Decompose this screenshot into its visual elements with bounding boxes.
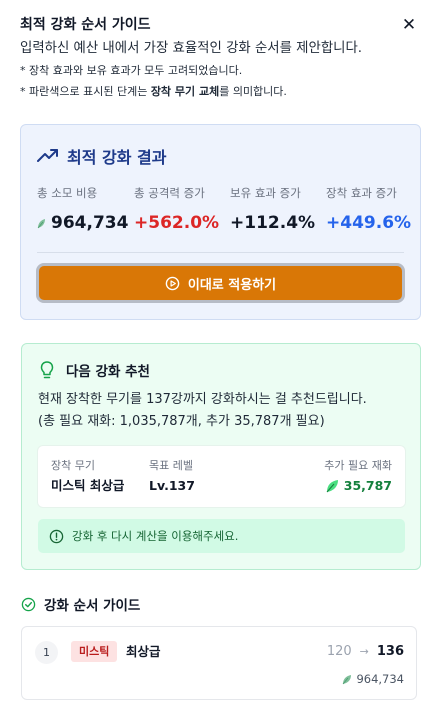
grade-label: 최상급 — [126, 644, 161, 659]
trending-up-icon — [37, 149, 58, 162]
intro-note-2-suffix: 를 의미합니다. — [219, 85, 287, 98]
stat-value-text: 964,734 — [51, 213, 129, 233]
intro-note-2: * 파란색으로 표시된 단계는 장착 무기 교체를 의미합니다. — [20, 84, 430, 100]
leaf-icon — [37, 218, 45, 228]
row-cost: 964,734 — [342, 671, 404, 687]
recommend-text: 현재 장착한 무기를 137강까지 강화하시는 걸 추천드립니다. (총 필요 … — [38, 389, 412, 433]
info-label: 장착 무기 — [51, 459, 95, 472]
guide-title: 강화 순서 가이드 — [44, 598, 141, 614]
recommend-card: 다음 강화 추천 현재 장착한 무기를 137강까지 강화하시는 걸 추천드립니… — [21, 343, 421, 570]
step-number: 1 — [35, 641, 58, 664]
stat-attack-increase: 총 공격력 증가 +562.0% — [134, 186, 230, 234]
leaf-icon — [326, 480, 338, 493]
recommend-title: 다음 강화 추천 — [66, 364, 150, 380]
stat-total-cost: 총 소모 비용 964,734 — [37, 186, 134, 234]
stat-value: +562.0% — [134, 213, 220, 233]
info-value: Lv.137 — [149, 478, 195, 493]
divider — [37, 252, 404, 253]
stat-equip-effect: 장착 효과 증가 +449.6% — [326, 186, 411, 234]
lightbulb-icon — [40, 361, 54, 379]
intro-section: 입력하신 예산 내에서 가장 효율적인 강화 순서를 제안합니다. * 장착 효… — [20, 40, 430, 100]
equipped-weapon: 장착 무기 미스틱 최상급 — [51, 459, 124, 495]
info-label: 추가 필요 재화 — [324, 459, 392, 472]
extra-required: 추가 필요 재화 35,787 — [324, 459, 392, 495]
stat-value: +112.4% — [230, 213, 316, 233]
recommend-info-box: 장착 무기 미스틱 최상급 목표 레벨 Lv.137 추가 필요 재화 35,7… — [38, 446, 405, 507]
info-value: 35,787 — [324, 477, 392, 495]
info-label: 목표 레벨 — [149, 459, 193, 472]
row-cost-text: 964,734 — [356, 672, 404, 686]
apply-button[interactable]: 이대로 적용하기 — [36, 263, 405, 303]
stat-label: 총 소모 비용 — [37, 186, 98, 200]
info-value-text: 35,787 — [343, 478, 392, 493]
level-to: 136 — [376, 644, 404, 659]
result-header: 최적 강화 결과 — [37, 145, 166, 167]
tier-badge: 미스틱 — [71, 641, 118, 662]
list-item[interactable]: 1 미스틱 최상급 120 → 136 964,734 — [21, 626, 417, 700]
arrow-right-icon: → — [359, 645, 369, 658]
stat-value: +449.6% — [326, 213, 412, 233]
recommend-text-line-1: 현재 장착한 무기를 137강까지 강화하시는 걸 추천드립니다. — [38, 392, 367, 407]
leaf-icon — [343, 674, 352, 684]
tip-box: 강화 후 다시 계산을 이용해주세요. — [38, 519, 405, 553]
info-value: 미스틱 최상급 — [51, 478, 125, 493]
recommend-header: 다음 강화 추천 — [38, 360, 150, 380]
stat-label: 보유 효과 증가 — [230, 186, 301, 200]
tip-text: 강화 후 다시 계산을 이용해주세요. — [72, 529, 239, 543]
info-circle-icon — [49, 529, 64, 543]
stat-label: 장착 효과 증가 — [326, 186, 397, 200]
intro-note-2-bold: 장착 무기 교체 — [150, 85, 220, 98]
close-icon[interactable]: ✕ — [398, 14, 420, 36]
page-title: 최적 강화 순서 가이드 — [20, 17, 151, 33]
result-title: 최적 강화 결과 — [67, 148, 167, 167]
play-circle-icon — [165, 276, 180, 290]
check-circle-icon — [21, 597, 36, 611]
intro-note-2-prefix: * 파란색으로 표시된 단계는 — [20, 85, 151, 98]
intro-note-1: * 장착 효과와 보유 효과가 모두 고려되었습니다. — [20, 64, 243, 77]
recommend-text-line-2: (총 필요 재화: 1,035,787개, 추가 35,787개 필요) — [38, 414, 325, 429]
stat-label: 총 공격력 증가 — [134, 186, 205, 200]
stat-value: 964,734 — [37, 212, 134, 234]
target-level: 목표 레벨 Lv.137 — [149, 459, 195, 495]
result-stats: 총 소모 비용 964,734 총 공격력 증가 +562.0% 보유 효과 증… — [37, 186, 411, 234]
header: 최적 강화 순서 가이드 ✕ — [20, 14, 420, 36]
apply-button-label: 이대로 적용하기 — [187, 277, 277, 293]
level-range: 120 → 136 — [327, 641, 404, 662]
level-from: 120 — [326, 644, 352, 659]
guide-header: 강화 순서 가이드 — [21, 594, 140, 614]
stat-owned-effect: 보유 효과 증가 +112.4% — [230, 186, 326, 234]
intro-text: 입력하신 예산 내에서 가장 효율적인 강화 순서를 제안합니다. — [20, 41, 363, 56]
